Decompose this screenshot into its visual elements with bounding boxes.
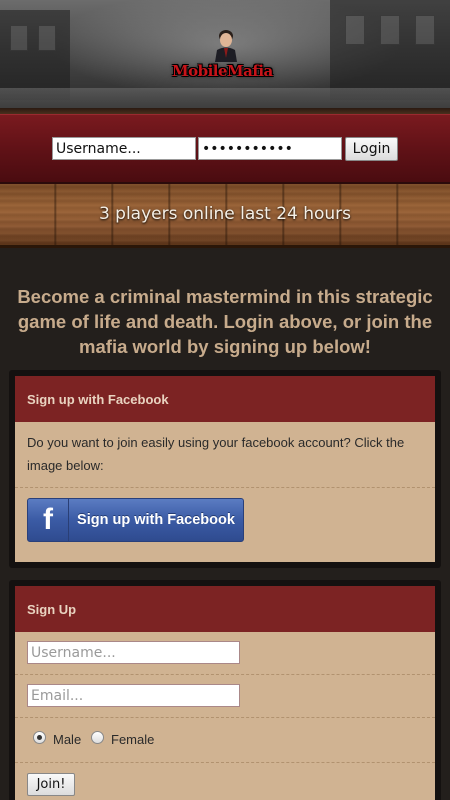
players-online-text: 3 players online last 24 hours	[98, 204, 352, 224]
gender-male-radio[interactable]	[33, 731, 46, 744]
facebook-signup-panel: Sign up with Facebook Do you want to joi…	[9, 370, 441, 568]
login-bar: Login	[0, 114, 450, 184]
facebook-panel-title: Sign up with Facebook	[15, 376, 435, 422]
mafia-character-icon	[215, 30, 237, 62]
facebook-button-label: Sign up with Facebook	[77, 512, 235, 528]
login-password-input[interactable]	[198, 137, 342, 160]
login-button[interactable]: Login	[345, 137, 398, 161]
join-button[interactable]: Join!	[27, 773, 75, 796]
gender-male-label[interactable]: Male	[53, 732, 81, 747]
intro-tagline: Become a criminal mastermind in this str…	[17, 286, 433, 357]
facebook-icon: f	[28, 499, 69, 541]
app-logo[interactable]: MobileMafia	[172, 62, 273, 80]
signup-email-input[interactable]	[27, 684, 240, 707]
facebook-description: Do you want to join easily using your fa…	[15, 422, 435, 488]
gender-female-radio[interactable]	[91, 731, 104, 744]
signup-panel-title: Sign Up	[15, 586, 435, 632]
gender-female-label[interactable]: Female	[111, 732, 154, 747]
header-banner: MobileMafia	[0, 0, 450, 112]
login-username-input[interactable]	[52, 137, 196, 160]
signup-panel: Sign Up Male Female Join!	[9, 580, 441, 800]
status-banner: 3 players online last 24 hours	[0, 184, 450, 248]
facebook-signup-button[interactable]: f Sign up with Facebook	[27, 498, 244, 542]
signup-username-input[interactable]	[27, 641, 240, 664]
